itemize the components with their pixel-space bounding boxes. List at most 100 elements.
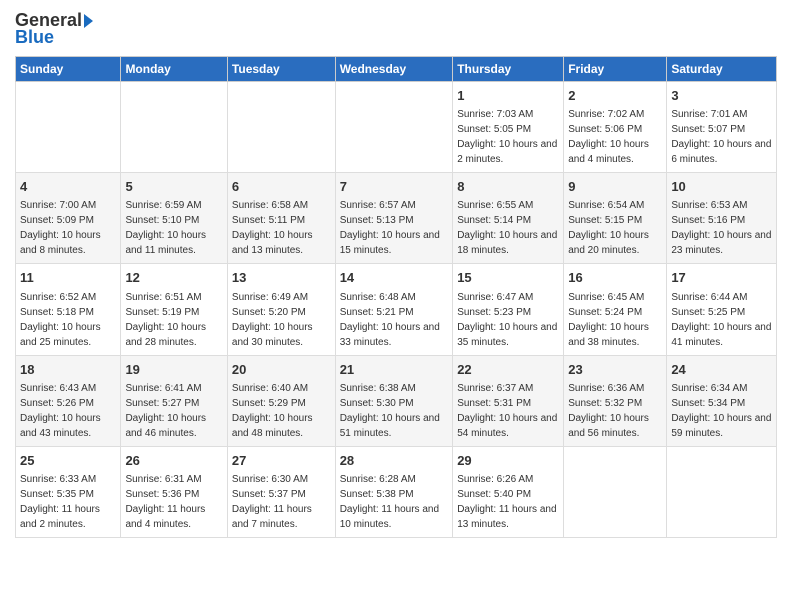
day-number: 4 bbox=[20, 178, 116, 196]
calendar-cell: 18 Sunrise: 6:43 AM Sunset: 5:26 PM Dayli… bbox=[16, 355, 121, 446]
day-number: 21 bbox=[340, 361, 449, 379]
day-number: 22 bbox=[457, 361, 559, 379]
calendar-cell: 5 Sunrise: 6:59 AM Sunset: 5:10 PM Daylig… bbox=[121, 173, 227, 264]
day-info: Sunrise: 7:02 AM Sunset: 5:06 PM Dayligh… bbox=[568, 109, 649, 165]
day-info: Sunrise: 6:37 AM Sunset: 5:31 PM Dayligh… bbox=[457, 383, 557, 439]
day-info: Sunrise: 6:55 AM Sunset: 5:14 PM Dayligh… bbox=[457, 200, 557, 256]
day-info: Sunrise: 6:31 AM Sunset: 5:36 PM Dayligh… bbox=[125, 474, 205, 530]
day-info: Sunrise: 6:44 AM Sunset: 5:25 PM Dayligh… bbox=[671, 292, 771, 348]
day-info: Sunrise: 6:36 AM Sunset: 5:32 PM Dayligh… bbox=[568, 383, 649, 439]
day-info: Sunrise: 6:34 AM Sunset: 5:34 PM Dayligh… bbox=[671, 383, 771, 439]
day-info: Sunrise: 6:28 AM Sunset: 5:38 PM Dayligh… bbox=[340, 474, 439, 530]
day-number: 23 bbox=[568, 361, 662, 379]
day-number: 25 bbox=[20, 452, 116, 470]
calendar-week-row: 11 Sunrise: 6:52 AM Sunset: 5:18 PM Dayli… bbox=[16, 264, 777, 355]
day-info: Sunrise: 6:26 AM Sunset: 5:40 PM Dayligh… bbox=[457, 474, 556, 530]
calendar-cell: 19 Sunrise: 6:41 AM Sunset: 5:27 PM Dayli… bbox=[121, 355, 227, 446]
calendar-cell: 26 Sunrise: 6:31 AM Sunset: 5:36 PM Dayli… bbox=[121, 446, 227, 537]
day-info: Sunrise: 6:41 AM Sunset: 5:27 PM Dayligh… bbox=[125, 383, 206, 439]
page-header: General Blue bbox=[15, 10, 777, 48]
calendar-cell: 11 Sunrise: 6:52 AM Sunset: 5:18 PM Dayli… bbox=[16, 264, 121, 355]
calendar-week-row: 1Sunrise: 7:03 AM Sunset: 5:05 PM Daylig… bbox=[16, 82, 777, 173]
calendar-cell: 28 Sunrise: 6:28 AM Sunset: 5:38 PM Dayli… bbox=[335, 446, 453, 537]
calendar-cell bbox=[564, 446, 667, 537]
day-number: 9 bbox=[568, 178, 662, 196]
col-header-monday: Monday bbox=[121, 57, 227, 82]
calendar-cell: 29 Sunrise: 6:26 AM Sunset: 5:40 PM Dayli… bbox=[453, 446, 564, 537]
day-info: Sunrise: 6:48 AM Sunset: 5:21 PM Dayligh… bbox=[340, 292, 440, 348]
day-info: Sunrise: 6:47 AM Sunset: 5:23 PM Dayligh… bbox=[457, 292, 557, 348]
calendar-cell: 13Sunrise: 6:49 AM Sunset: 5:20 PM Dayli… bbox=[227, 264, 335, 355]
calendar-cell: 7 Sunrise: 6:57 AM Sunset: 5:13 PM Daylig… bbox=[335, 173, 453, 264]
day-number: 8 bbox=[457, 178, 559, 196]
day-info: Sunrise: 6:59 AM Sunset: 5:10 PM Dayligh… bbox=[125, 200, 206, 256]
calendar-cell: 16 Sunrise: 6:45 AM Sunset: 5:24 PM Dayli… bbox=[564, 264, 667, 355]
calendar-cell: 14 Sunrise: 6:48 AM Sunset: 5:21 PM Dayli… bbox=[335, 264, 453, 355]
col-header-tuesday: Tuesday bbox=[227, 57, 335, 82]
calendar-cell: 15Sunrise: 6:47 AM Sunset: 5:23 PM Dayli… bbox=[453, 264, 564, 355]
col-header-thursday: Thursday bbox=[453, 57, 564, 82]
calendar-cell: 12 Sunrise: 6:51 AM Sunset: 5:19 PM Dayli… bbox=[121, 264, 227, 355]
day-number: 13 bbox=[232, 269, 331, 287]
calendar-cell: 8 Sunrise: 6:55 AM Sunset: 5:14 PM Daylig… bbox=[453, 173, 564, 264]
day-number: 11 bbox=[20, 269, 116, 287]
calendar-cell: 3Sunrise: 7:01 AM Sunset: 5:07 PM Daylig… bbox=[667, 82, 777, 173]
calendar-week-row: 18 Sunrise: 6:43 AM Sunset: 5:26 PM Dayli… bbox=[16, 355, 777, 446]
day-info: Sunrise: 6:51 AM Sunset: 5:19 PM Dayligh… bbox=[125, 292, 206, 348]
day-number: 5 bbox=[125, 178, 222, 196]
day-info: Sunrise: 6:52 AM Sunset: 5:18 PM Dayligh… bbox=[20, 292, 101, 348]
day-info: Sunrise: 6:38 AM Sunset: 5:30 PM Dayligh… bbox=[340, 383, 440, 439]
day-info: Sunrise: 6:54 AM Sunset: 5:15 PM Dayligh… bbox=[568, 200, 649, 256]
day-info: Sunrise: 6:40 AM Sunset: 5:29 PM Dayligh… bbox=[232, 383, 313, 439]
calendar-cell: 2Sunrise: 7:02 AM Sunset: 5:06 PM Daylig… bbox=[564, 82, 667, 173]
calendar-cell: 25 Sunrise: 6:33 AM Sunset: 5:35 PM Dayli… bbox=[16, 446, 121, 537]
day-number: 6 bbox=[232, 178, 331, 196]
day-number: 12 bbox=[125, 269, 222, 287]
calendar-cell bbox=[667, 446, 777, 537]
day-number: 28 bbox=[340, 452, 449, 470]
col-header-saturday: Saturday bbox=[667, 57, 777, 82]
col-header-sunday: Sunday bbox=[16, 57, 121, 82]
calendar-cell: 4Sunrise: 7:00 AM Sunset: 5:09 PM Daylig… bbox=[16, 173, 121, 264]
day-info: Sunrise: 6:45 AM Sunset: 5:24 PM Dayligh… bbox=[568, 292, 649, 348]
day-info: Sunrise: 6:30 AM Sunset: 5:37 PM Dayligh… bbox=[232, 474, 312, 530]
calendar-table: SundayMondayTuesdayWednesdayThursdayFrid… bbox=[15, 56, 777, 538]
calendar-cell: 24 Sunrise: 6:34 AM Sunset: 5:34 PM Dayli… bbox=[667, 355, 777, 446]
calendar-cell: 1Sunrise: 7:03 AM Sunset: 5:05 PM Daylig… bbox=[453, 82, 564, 173]
day-number: 19 bbox=[125, 361, 222, 379]
calendar-cell: 10 Sunrise: 6:53 AM Sunset: 5:16 PM Dayli… bbox=[667, 173, 777, 264]
day-number: 27 bbox=[232, 452, 331, 470]
calendar-cell: 23 Sunrise: 6:36 AM Sunset: 5:32 PM Dayli… bbox=[564, 355, 667, 446]
day-number: 20 bbox=[232, 361, 331, 379]
calendar-cell: 17 Sunrise: 6:44 AM Sunset: 5:25 PM Dayli… bbox=[667, 264, 777, 355]
day-number: 18 bbox=[20, 361, 116, 379]
calendar-header-row: SundayMondayTuesdayWednesdayThursdayFrid… bbox=[16, 57, 777, 82]
day-info: Sunrise: 6:58 AM Sunset: 5:11 PM Dayligh… bbox=[232, 200, 313, 256]
calendar-cell bbox=[16, 82, 121, 173]
calendar-cell: 6 Sunrise: 6:58 AM Sunset: 5:11 PM Daylig… bbox=[227, 173, 335, 264]
col-header-wednesday: Wednesday bbox=[335, 57, 453, 82]
day-info: Sunrise: 6:57 AM Sunset: 5:13 PM Dayligh… bbox=[340, 200, 440, 256]
col-header-friday: Friday bbox=[564, 57, 667, 82]
day-number: 14 bbox=[340, 269, 449, 287]
day-number: 10 bbox=[671, 178, 772, 196]
day-number: 16 bbox=[568, 269, 662, 287]
calendar-cell bbox=[335, 82, 453, 173]
day-number: 24 bbox=[671, 361, 772, 379]
day-number: 7 bbox=[340, 178, 449, 196]
calendar-cell: 27 Sunrise: 6:30 AM Sunset: 5:37 PM Dayli… bbox=[227, 446, 335, 537]
calendar-cell bbox=[121, 82, 227, 173]
day-info: Sunrise: 6:43 AM Sunset: 5:26 PM Dayligh… bbox=[20, 383, 101, 439]
calendar-cell: 22 Sunrise: 6:37 AM Sunset: 5:31 PM Dayli… bbox=[453, 355, 564, 446]
day-number: 17 bbox=[671, 269, 772, 287]
day-number: 26 bbox=[125, 452, 222, 470]
day-info: Sunrise: 6:53 AM Sunset: 5:16 PM Dayligh… bbox=[671, 200, 771, 256]
day-info: Sunrise: 7:03 AM Sunset: 5:05 PM Dayligh… bbox=[457, 109, 557, 165]
logo-text-blue: Blue bbox=[15, 27, 54, 48]
day-number: 29 bbox=[457, 452, 559, 470]
day-number: 3 bbox=[671, 87, 772, 105]
logo: General Blue bbox=[15, 10, 93, 48]
calendar-cell: 20 Sunrise: 6:40 AM Sunset: 5:29 PM Dayli… bbox=[227, 355, 335, 446]
day-info: Sunrise: 6:33 AM Sunset: 5:35 PM Dayligh… bbox=[20, 474, 100, 530]
logo-triangle-icon bbox=[84, 14, 93, 28]
